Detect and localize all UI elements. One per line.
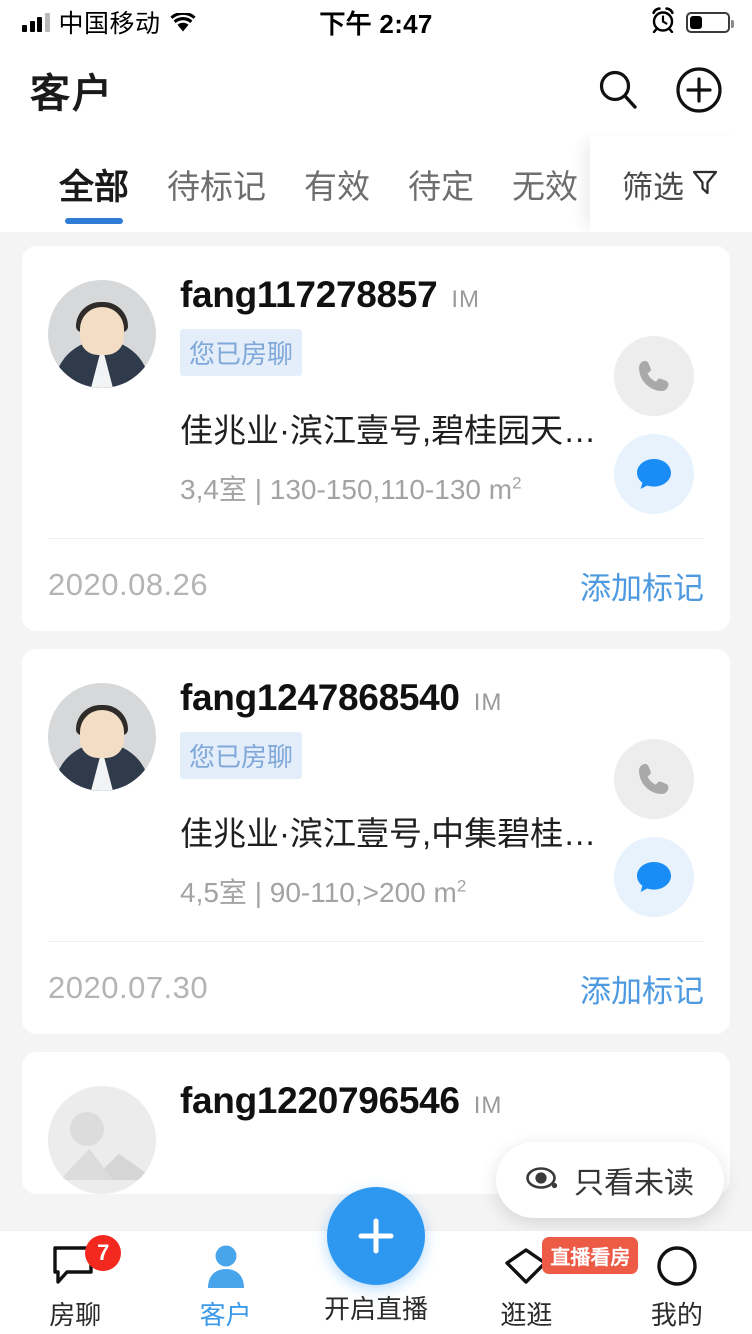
customer-username: fang1220796546 bbox=[180, 1080, 460, 1121]
status-badge: 您已房聊 bbox=[180, 732, 303, 779]
nav-item-profile[interactable]: 我的 bbox=[602, 1231, 752, 1332]
diamond-icon: 直播看房 bbox=[502, 1237, 639, 1291]
unread-filter-button[interactable]: 只看未读 bbox=[496, 1142, 724, 1218]
app-screen: 中国移动 下午 2:47 客户 全部 待标记 有效 待定 无效 筛选 fang1… bbox=[0, 0, 752, 1334]
chat-bubble-icon[interactable] bbox=[614, 434, 694, 514]
signal-bars-icon bbox=[22, 12, 50, 32]
status-bar: 中国移动 下午 2:47 bbox=[0, 0, 752, 44]
customer-date: 2020.08.26 bbox=[48, 567, 209, 602]
source-tag: IM bbox=[473, 689, 503, 716]
card-actions bbox=[614, 336, 694, 514]
wifi-icon bbox=[169, 11, 196, 32]
nav-item-fangliao[interactable]: 7 房聊 bbox=[0, 1231, 150, 1332]
tab-valid[interactable]: 有效 bbox=[285, 136, 389, 232]
avatar[interactable] bbox=[48, 683, 156, 791]
customer-card[interactable]: fang117278857 IM 您已房聊 佳兆业·滨江壹号,碧桂园天悦… 3,… bbox=[22, 246, 730, 631]
property-name: 佳兆业·滨江壹号,中集碧桂园… bbox=[180, 815, 610, 852]
status-bar-right bbox=[650, 6, 734, 38]
card-actions bbox=[614, 739, 694, 917]
card-footer: 2020.08.26 添加标记 bbox=[48, 539, 704, 631]
nav-label: 逛逛 bbox=[500, 1300, 553, 1330]
nav-item-start-live[interactable]: 开启直播 bbox=[301, 1187, 451, 1326]
page-header: 客户 bbox=[0, 44, 752, 136]
tab-invalid[interactable]: 无效 bbox=[493, 136, 590, 232]
funnel-icon bbox=[690, 167, 720, 202]
circle-icon bbox=[654, 1241, 700, 1291]
customer-date: 2020.07.30 bbox=[48, 970, 209, 1005]
add-mark-button[interactable]: 添加标记 bbox=[580, 563, 704, 608]
phone-icon[interactable] bbox=[614, 336, 694, 416]
unread-filter-label: 只看未读 bbox=[574, 1167, 694, 1200]
nav-label: 我的 bbox=[650, 1300, 703, 1330]
card-footer: 2020.07.30 添加标记 bbox=[48, 942, 704, 1034]
nav-item-customers[interactable]: 客户 bbox=[150, 1231, 300, 1332]
carrier-label: 中国移动 bbox=[58, 10, 161, 38]
add-mark-button[interactable]: 添加标记 bbox=[580, 966, 704, 1011]
battery-icon bbox=[686, 11, 734, 33]
plus-circle-icon[interactable] bbox=[672, 63, 726, 117]
person-icon bbox=[204, 1241, 248, 1291]
tab-bar: 全部 待标记 有效 待定 无效 筛选 bbox=[0, 136, 752, 232]
card-content: fang1247868540 IM 您已房聊 佳兆业·滨江壹号,中集碧桂园… 4… bbox=[48, 677, 704, 911]
nav-label: 开启直播 bbox=[324, 1294, 429, 1324]
phone-icon[interactable] bbox=[614, 739, 694, 819]
tab-scroll-container[interactable]: 全部 待标记 有效 待定 无效 bbox=[0, 136, 590, 232]
page-title: 客户 bbox=[30, 72, 114, 116]
status-bar-left: 中国移动 bbox=[22, 4, 196, 40]
nav-label: 客户 bbox=[199, 1300, 252, 1330]
alarm-clock-icon bbox=[650, 6, 676, 38]
chat-square-icon: 7 bbox=[51, 1235, 122, 1291]
plus-icon[interactable] bbox=[327, 1187, 426, 1285]
filter-button[interactable]: 筛选 bbox=[590, 136, 752, 232]
search-icon[interactable] bbox=[592, 63, 646, 117]
avatar[interactable] bbox=[48, 280, 156, 388]
customer-card[interactable]: fang1247868540 IM 您已房聊 佳兆业·滨江壹号,中集碧桂园… 4… bbox=[22, 649, 730, 1034]
customer-username: fang117278857 bbox=[180, 274, 438, 315]
customer-username: fang1247868540 bbox=[180, 677, 460, 718]
header-actions bbox=[592, 63, 726, 117]
filter-label: 筛选 bbox=[622, 169, 684, 205]
name-row: fang1247868540 IM bbox=[180, 677, 704, 719]
source-tag: IM bbox=[451, 286, 481, 313]
status-badge: 您已房聊 bbox=[180, 329, 303, 376]
card-content: fang117278857 IM 您已房聊 佳兆业·滨江壹号,碧桂园天悦… 3,… bbox=[48, 274, 704, 508]
tab-undetermined[interactable]: 待定 bbox=[389, 136, 493, 232]
chat-bubble-icon[interactable] bbox=[614, 837, 694, 917]
nav-item-discover[interactable]: 直播看房 逛逛 bbox=[451, 1231, 639, 1332]
unread-count-badge: 7 bbox=[85, 1235, 122, 1271]
name-row: fang1220796546 IM bbox=[180, 1080, 704, 1122]
bottom-navigation: 7 房聊 客户 开启直播 直播看房 逛逛 我的 bbox=[0, 1187, 752, 1334]
eye-icon bbox=[526, 1165, 560, 1196]
avatar[interactable] bbox=[48, 1086, 156, 1194]
property-name: 佳兆业·滨江壹号,碧桂园天悦… bbox=[180, 412, 610, 449]
source-tag: IM bbox=[473, 1092, 503, 1119]
tab-all[interactable]: 全部 bbox=[40, 136, 148, 232]
tab-pending-mark[interactable]: 待标记 bbox=[148, 136, 285, 232]
name-row: fang117278857 IM bbox=[180, 274, 704, 316]
nav-label: 房聊 bbox=[49, 1300, 102, 1330]
